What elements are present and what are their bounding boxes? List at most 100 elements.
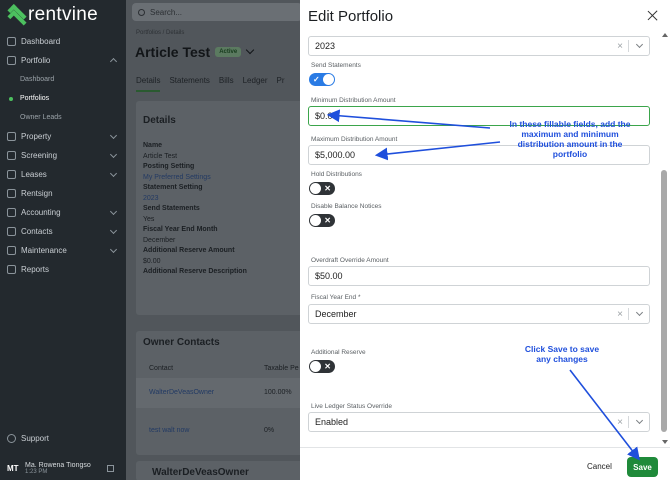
- property-icon: [7, 132, 16, 141]
- user-name: Ma. Rowena Tiongso: [25, 461, 91, 469]
- chevron-down-icon[interactable]: [245, 45, 255, 55]
- disable-balance-notices-toggle[interactable]: ✕: [309, 214, 335, 227]
- additional-reserve-toggle[interactable]: ✕: [309, 360, 335, 373]
- table-row[interactable]: test walt now 0%: [136, 416, 306, 446]
- annotation-line: distribution amount in the: [517, 139, 623, 149]
- sidebar-item-portfolio[interactable]: Portfolio: [0, 51, 126, 70]
- divider: [628, 308, 629, 320]
- close-icon[interactable]: [647, 10, 658, 21]
- logout-icon[interactable]: [107, 465, 114, 472]
- detail-value: $0.00: [143, 257, 161, 265]
- main-content: Search... Portfolios / Details Article T…: [126, 0, 306, 480]
- hold-distributions-label: Hold Distributions: [311, 171, 362, 178]
- owner-link[interactable]: WalterDeVeasOwner: [149, 389, 214, 396]
- detail-key: Fiscal Year End Month: [143, 226, 218, 233]
- drawer-title: Edit Portfolio: [308, 8, 394, 25]
- clear-icon[interactable]: ×: [617, 309, 623, 320]
- sidebar-subitem-dashboard[interactable]: Dashboard: [0, 70, 126, 89]
- scroll-thumb[interactable]: [661, 170, 667, 432]
- tab-more[interactable]: Pr: [277, 76, 285, 92]
- chevron-down-icon: [109, 169, 118, 178]
- clear-icon[interactable]: ×: [617, 417, 623, 428]
- portfolio-icon: [7, 56, 16, 65]
- contacts-icon: [7, 227, 16, 236]
- sidebar-nav: Dashboard Portfolio Dashboard Portfolios…: [0, 32, 126, 279]
- sidebar-item-rentsign[interactable]: Rentsign: [0, 184, 126, 203]
- detail-link[interactable]: 2023: [143, 194, 303, 205]
- sidebar-item-support[interactable]: Support: [7, 434, 49, 443]
- details-list: Name Article Test Posting Setting My Pre…: [143, 141, 303, 278]
- hold-distributions-toggle[interactable]: ✕: [309, 182, 335, 195]
- send-statements-toggle[interactable]: ✓: [309, 73, 335, 86]
- detail-value: Yes: [143, 215, 155, 223]
- clear-icon[interactable]: ×: [617, 41, 623, 52]
- toggle-knob: [310, 215, 321, 226]
- scroll-up-icon[interactable]: [662, 33, 668, 37]
- reports-icon: [7, 265, 16, 274]
- details-heading: Details: [143, 115, 176, 126]
- owner-contacts-card: Owner Contacts Contact Taxable Pe Walter…: [136, 331, 306, 455]
- rentsign-icon: [7, 189, 16, 198]
- sidebar-item-leases[interactable]: Leases: [0, 165, 126, 184]
- breadcrumb[interactable]: Portfolios / Details: [136, 30, 184, 36]
- live-ledger-label: Live Ledger Status Override: [311, 403, 392, 410]
- sidebar-item-screening[interactable]: Screening: [0, 146, 126, 165]
- send-statements-label: Send Statements: [311, 62, 361, 69]
- owner-link[interactable]: test walt now: [149, 427, 189, 434]
- cancel-button[interactable]: Cancel: [587, 462, 612, 471]
- user-info: Ma. Rowena Tiongso 1:23 PM: [25, 462, 103, 475]
- help-icon: [7, 434, 16, 443]
- table-row[interactable]: WalterDeVeasOwner 100.00%: [136, 378, 306, 408]
- sidebar-item-maintenance[interactable]: Maintenance: [0, 241, 126, 260]
- live-ledger-select[interactable]: Enabled ×: [308, 412, 650, 432]
- x-icon: ✕: [324, 362, 331, 371]
- tab-ledger[interactable]: Ledger: [243, 76, 268, 92]
- sidebar-item-dashboard[interactable]: Dashboard: [0, 32, 126, 51]
- user-profile[interactable]: MT Ma. Rowena Tiongso 1:23 PM: [0, 456, 126, 480]
- chevron-down-icon: [109, 226, 118, 235]
- scroll-down-icon[interactable]: [662, 440, 668, 444]
- screening-icon: [7, 151, 16, 160]
- tab-statements[interactable]: Statements: [169, 76, 209, 92]
- max-distribution-label: Maximum Distribution Amount: [311, 136, 398, 143]
- fiscal-year-end-select[interactable]: December ×: [308, 304, 650, 324]
- maintenance-icon: [7, 246, 16, 255]
- logo-icon: [6, 6, 24, 24]
- check-icon: ✓: [313, 75, 320, 84]
- tab-details[interactable]: Details: [136, 76, 161, 92]
- column-header: Taxable Pe: [264, 365, 299, 372]
- save-button[interactable]: Save: [627, 457, 658, 477]
- divider: [628, 416, 629, 428]
- drawer-footer: Cancel Save: [300, 447, 670, 480]
- details-card: Details Name Article Test Posting Settin…: [136, 101, 306, 315]
- drawer-scroll-area[interactable]: 2023 × Send Statements ✓ Minimum Distrib…: [300, 30, 670, 446]
- chevron-up-icon: [109, 57, 118, 66]
- overdraft-input[interactable]: $50.00: [308, 266, 650, 286]
- page-title-row: Article Test Active: [135, 44, 255, 60]
- sidebar-item-contacts[interactable]: Contacts: [0, 222, 126, 241]
- scrollbar[interactable]: [660, 30, 668, 446]
- rentvine-logo[interactable]: rentvine: [6, 4, 98, 26]
- sidebar-item-property[interactable]: Property: [0, 127, 126, 146]
- tab-bills[interactable]: Bills: [219, 76, 234, 92]
- chevron-down-icon[interactable]: [635, 416, 644, 425]
- search-icon: [138, 8, 145, 16]
- logo-text: rentvine: [28, 4, 98, 25]
- search-input[interactable]: Search...: [132, 3, 302, 21]
- sidebar-subitem-portfolios[interactable]: Portfolios: [0, 89, 126, 108]
- status-badge: Active: [215, 47, 242, 57]
- avatar: MT: [7, 463, 19, 473]
- sidebar: rentvine Dashboard Portfolio Dashboard P…: [0, 0, 126, 480]
- chevron-down-icon[interactable]: [635, 308, 644, 317]
- sidebar-subitem-owner-leads[interactable]: Owner Leads: [0, 108, 126, 127]
- sidebar-item-reports[interactable]: Reports: [0, 260, 126, 279]
- taxable-percent: 0%: [264, 427, 275, 434]
- statement-setting-select[interactable]: 2023 ×: [308, 36, 650, 56]
- page-title: Article Test: [135, 44, 211, 60]
- overdraft-label: Overdraft Override Amount: [311, 257, 389, 264]
- dashboard-icon: [7, 37, 16, 46]
- additional-reserve-label: Additional Reserve: [311, 349, 366, 356]
- sidebar-item-accounting[interactable]: Accounting: [0, 203, 126, 222]
- chevron-down-icon[interactable]: [635, 40, 644, 49]
- detail-link[interactable]: My Preferred Settings: [143, 173, 303, 184]
